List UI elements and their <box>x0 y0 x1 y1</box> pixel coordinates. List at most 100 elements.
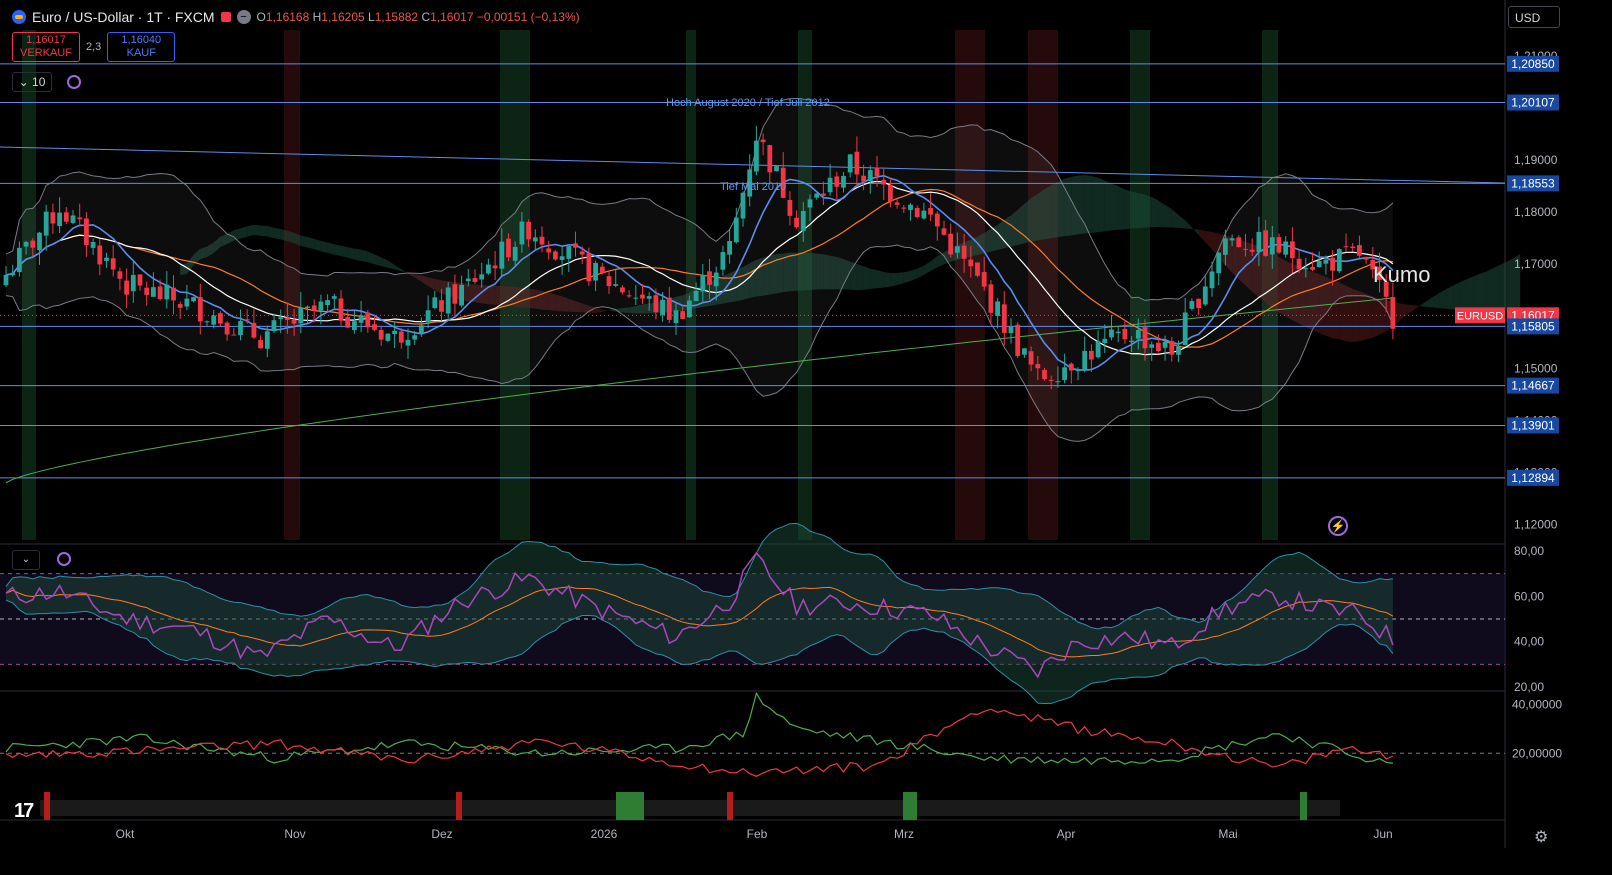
candle-body <box>311 305 317 311</box>
candle-body <box>767 145 773 173</box>
time-axis-label: Jun <box>1373 827 1392 841</box>
signal-bar <box>1300 792 1307 820</box>
buy-button[interactable]: 1,16040 KAUF <box>107 32 176 62</box>
candle-body <box>606 276 612 287</box>
candle-body <box>961 245 967 259</box>
refresh-icon[interactable] <box>57 552 71 566</box>
globe-flag-icon <box>12 10 26 24</box>
refresh-icon[interactable] <box>67 75 81 89</box>
candle-body <box>144 287 150 295</box>
time-axis-label: Okt <box>116 827 135 841</box>
cloud-segment <box>1111 183 1119 231</box>
candle-body <box>244 319 250 321</box>
cloud-segment <box>1372 296 1380 338</box>
candle-body <box>472 278 478 282</box>
sell-button[interactable]: 1,16017 VERKAUF <box>12 32 80 62</box>
settings-gear-icon[interactable]: ⚙ <box>1534 827 1548 847</box>
candle-body <box>928 208 933 215</box>
candle-body <box>754 140 759 172</box>
trade-buttons: 1,16017 VERKAUF 2,3 1,16040 KAUF <box>12 32 176 62</box>
candle-body <box>1323 259 1329 264</box>
signal-bar <box>616 792 644 820</box>
candle-body <box>526 221 531 240</box>
candle-body <box>479 274 485 280</box>
cloud-segment <box>1131 191 1139 229</box>
candle-body <box>1042 369 1047 380</box>
cloud-segment <box>334 244 341 257</box>
candle-body <box>908 204 913 210</box>
cloud-segment <box>1178 215 1186 229</box>
candle-body <box>157 286 163 300</box>
candle-body <box>1048 379 1054 381</box>
candle-body <box>660 299 665 316</box>
candle-body <box>988 284 994 313</box>
candle-body <box>626 295 632 297</box>
candle-body <box>539 236 545 245</box>
symbol-title[interactable]: Euro / US-Dollar · 1T · FXCM <box>32 9 215 25</box>
candle-body <box>378 329 384 340</box>
candle-body <box>881 179 887 185</box>
cloud-segment <box>1486 268 1494 312</box>
candle-body <box>1303 268 1309 270</box>
candle-body <box>995 301 1000 316</box>
time-axis-label: Mrz <box>894 827 914 841</box>
market-status-icon[interactable] <box>220 12 231 22</box>
candle-body <box>3 274 9 286</box>
cloud-segment <box>870 268 877 290</box>
candle-body <box>713 272 719 287</box>
cloud-segment <box>1406 304 1413 316</box>
candle-body <box>546 248 552 253</box>
chevron-down-icon[interactable]: ⌄ <box>12 550 40 570</box>
dmi-tick-label: 40,00000 <box>1512 697 1562 711</box>
candle-body <box>874 167 880 177</box>
cloud-segment <box>267 225 274 239</box>
candle-body <box>412 335 418 340</box>
candle-body <box>901 207 907 209</box>
lightning-icon[interactable]: ⚡ <box>1328 516 1348 536</box>
candle-body <box>827 177 833 193</box>
candle-body <box>553 251 558 260</box>
tradingview-logo-icon[interactable]: 17 <box>14 800 34 823</box>
currency-selector[interactable]: USD <box>1508 6 1560 28</box>
candle-body <box>197 296 203 322</box>
annotation-high-august: Hoch August 2020 / Tief Juli 2012 <box>666 97 830 109</box>
candle-body <box>1176 346 1181 355</box>
candle-body <box>137 274 143 286</box>
candle-body <box>680 311 686 320</box>
time-axis-label: 2026 <box>591 827 618 841</box>
candle-body <box>1089 350 1094 360</box>
candle-body <box>486 264 491 274</box>
price-tick-label: 1,12000 <box>1514 517 1558 531</box>
cloud-segment <box>595 307 603 314</box>
signal-bar <box>44 792 50 820</box>
candle-body <box>968 259 974 267</box>
candle-body <box>425 310 431 323</box>
candle-body <box>1008 326 1014 334</box>
kumo-label: Kumo <box>1373 262 1431 287</box>
candle-body <box>398 331 404 343</box>
candle-body <box>693 290 699 302</box>
cloud-segment <box>863 266 871 290</box>
cloud-segment <box>1500 261 1507 311</box>
candle-body <box>1216 252 1222 274</box>
cloud-segment <box>1433 292 1440 309</box>
candle-body <box>1290 241 1295 259</box>
candle-body <box>566 246 572 259</box>
candle-body <box>124 280 129 295</box>
candle-body <box>1082 350 1088 370</box>
cloud-segment <box>1413 305 1420 311</box>
candle-body <box>1095 341 1101 358</box>
candle-body <box>1296 258 1302 270</box>
candle-body <box>218 313 223 324</box>
candle-body <box>298 307 304 324</box>
price-tick-label: 1,19000 <box>1514 153 1558 167</box>
candle-body <box>30 240 36 248</box>
chart-canvas[interactable]: Hoch August 2020 / Tief Juli 2012 Tief Ma… <box>0 0 1612 875</box>
indicator-toggle-button[interactable]: ⌄ 10 <box>12 72 52 92</box>
minus-icon[interactable]: − <box>236 10 251 24</box>
candle-body <box>847 154 853 173</box>
candle-body <box>579 251 585 255</box>
cloud-segment <box>1091 176 1099 233</box>
cloud-segment <box>381 257 388 268</box>
cloud-segment <box>883 271 891 288</box>
